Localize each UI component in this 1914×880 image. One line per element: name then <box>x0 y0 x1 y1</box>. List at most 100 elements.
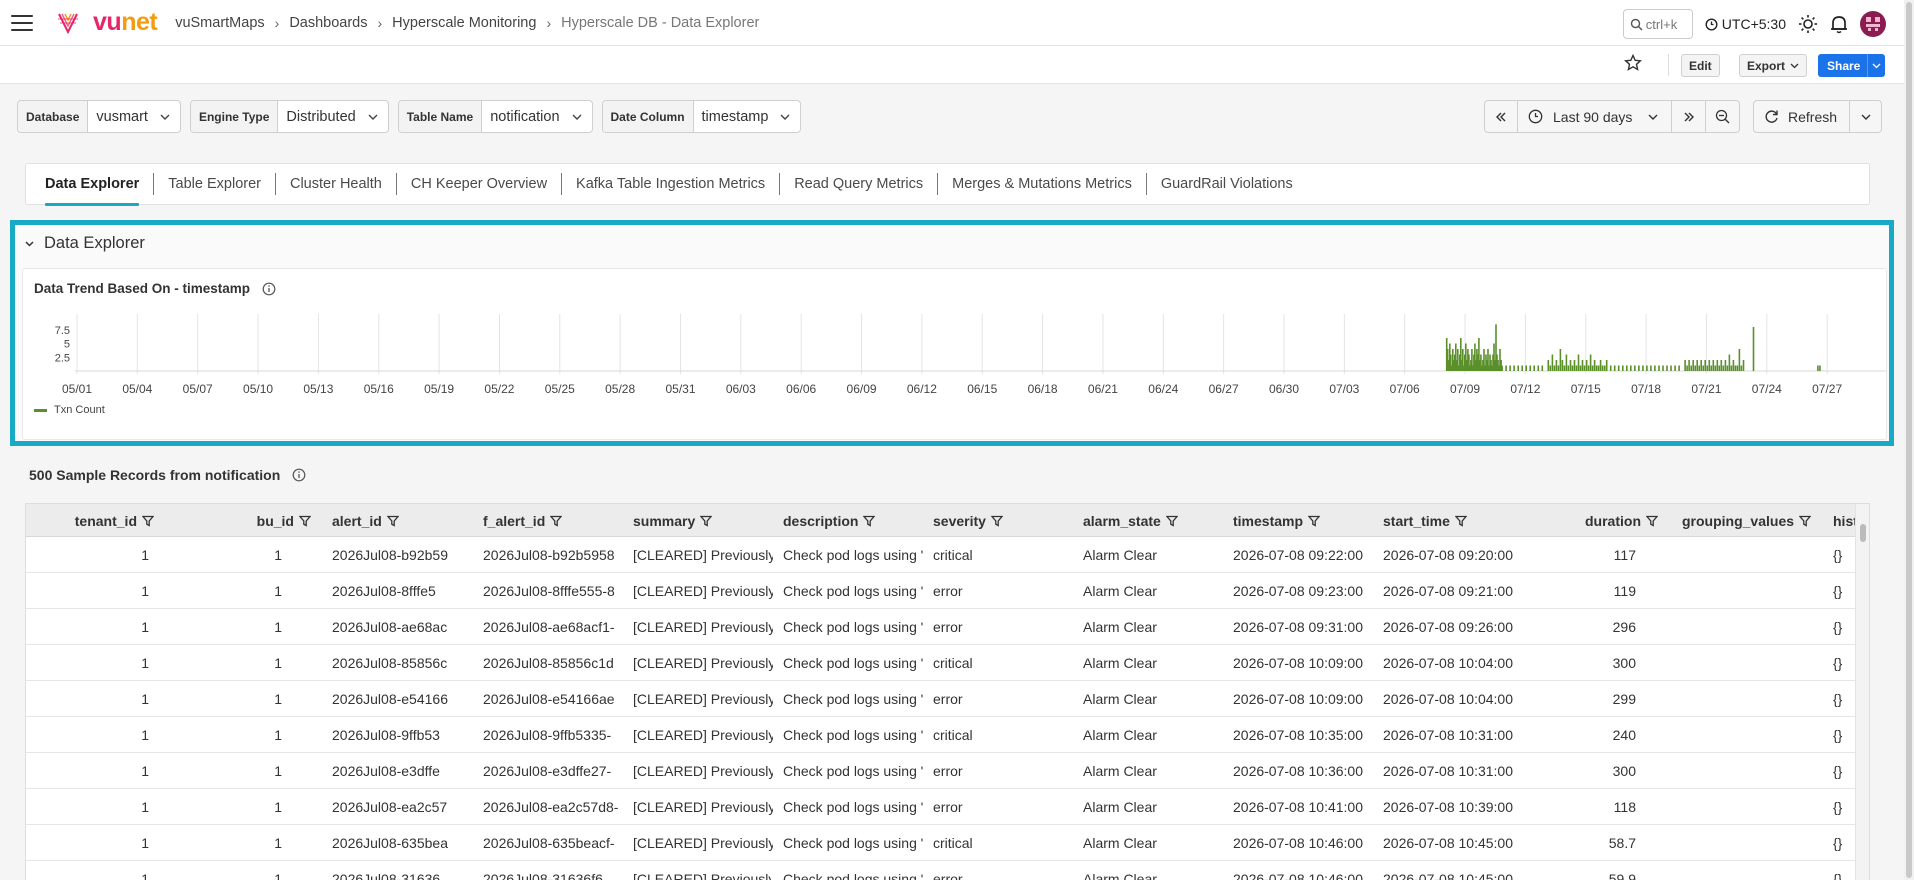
table-row[interactable]: 1 1 2026Jul08-9ffb53 2026Jul08-9ffb5335- [CL… <box>26 717 1856 753</box>
export-button[interactable]: Export <box>1739 54 1808 77</box>
table-row[interactable]: 1 1 2026Jul08-e54166 2026Jul08-e54166ae [CLE… <box>26 681 1856 717</box>
time-back-button[interactable] <box>1484 100 1518 133</box>
database-filter: Database vusmart <box>17 100 181 133</box>
refresh-interval-dropdown[interactable] <box>1850 101 1881 132</box>
scrollbar-thumb[interactable] <box>1906 2 1912 878</box>
filter-icon[interactable] <box>1165 515 1178 527</box>
search-input[interactable]: ctrl+k <box>1622 9 1693 39</box>
refresh-button[interactable]: Refresh <box>1754 101 1851 132</box>
column-header-grouping-values[interactable]: grouping_values <box>1682 504 1822 537</box>
time-forward-button[interactable] <box>1672 100 1706 133</box>
column-header-tenant-id[interactable]: tenant_id <box>26 504 154 537</box>
filter-icon[interactable] <box>700 515 713 527</box>
table-cell-hist: {} <box>1833 763 1843 779</box>
edit-button[interactable]: Edit <box>1681 54 1720 77</box>
data-bar <box>1700 360 1702 371</box>
column-header-alert-id[interactable]: alert_id <box>332 504 472 537</box>
data-bar <box>1505 365 1507 371</box>
trend-chart[interactable]: 7.5 52.5 05/01 05/04 05/07 05/10 05/13 05/16 05/… <box>23 314 1886 434</box>
tab-cluster-health[interactable]: Cluster Health <box>276 173 397 195</box>
column-header-summary[interactable]: summary <box>633 504 776 537</box>
filter-icon[interactable] <box>863 515 876 527</box>
bell-icon[interactable] <box>1830 14 1848 34</box>
panel-header[interactable]: Data Explorer <box>25 234 145 253</box>
tab-kafka-table-ingestion-metrics[interactable]: Kafka Table Ingestion Metrics <box>562 173 781 195</box>
column-header-hist[interactable]: hist <box>1833 504 1856 537</box>
column-header-alarm-state[interactable]: alarm_state <box>1083 504 1226 537</box>
table-cell-summary: [CLEARED] Previously <box>633 763 773 779</box>
filter-icon[interactable] <box>1799 515 1812 527</box>
table-row[interactable]: 1 1 2026Jul08-ae68ac 2026Jul08-ae68acf1- [CL… <box>26 609 1856 645</box>
column-header-timestamp[interactable]: timestamp <box>1233 504 1376 537</box>
table-cell-duration: 299 <box>1612 691 1636 707</box>
data-bar <box>1593 360 1596 371</box>
data-bar <box>1684 360 1686 371</box>
table-name-filter: Table Name notification <box>397 100 593 133</box>
menu-icon[interactable] <box>11 14 33 31</box>
filter-icon[interactable] <box>1454 515 1467 527</box>
filter-icon[interactable] <box>386 515 399 527</box>
column-header-severity[interactable]: severity <box>933 504 1076 537</box>
share-button[interactable]: Share <box>1818 54 1886 77</box>
table-row[interactable]: 1 1 2026Jul08-e3dffe 2026Jul08-e3dffe27- [CL… <box>26 753 1856 789</box>
vunet-logo-icon <box>58 13 78 34</box>
table-row[interactable]: 1 1 2026Jul08-31636 2026Jul08-31636f6 [CLEAR… <box>26 861 1856 880</box>
table-cell-severity: error <box>933 583 963 599</box>
tab-table-explorer[interactable]: Table Explorer <box>154 173 276 195</box>
timezone-selector[interactable]: UTC+5:30 <box>1705 16 1786 32</box>
table-scrollbar[interactable] <box>1855 504 1869 880</box>
table-row[interactable]: 1 1 2026Jul08-635bea 2026Jul08-635beacf- [CL… <box>26 825 1856 861</box>
x-tick-label: 05/31 <box>665 382 695 396</box>
time-range-select[interactable]: Last 90 days <box>1518 100 1672 133</box>
scrollbar-thumb[interactable] <box>1860 524 1866 542</box>
filter-icon[interactable] <box>1308 515 1321 527</box>
favorite-star-icon[interactable] <box>1623 53 1643 75</box>
column-header-duration[interactable]: duration <box>1486 504 1658 537</box>
table-cell-grouping-values <box>1682 537 1819 573</box>
filter-icon[interactable] <box>990 515 1003 527</box>
filter-icon[interactable] <box>1646 515 1658 527</box>
data-bar <box>1579 365 1582 371</box>
column-header-description[interactable]: description <box>783 504 926 537</box>
info-icon[interactable] <box>262 282 276 296</box>
column-header-f-alert-id[interactable]: f_alert_id <box>483 504 626 537</box>
filter-icon[interactable] <box>142 515 154 527</box>
breadcrumb-item[interactable]: Hyperscale Monitoring <box>392 15 536 31</box>
divider <box>1668 54 1669 76</box>
zoom-out-button[interactable] <box>1706 100 1740 133</box>
breadcrumb-separator-icon: › <box>274 14 280 31</box>
data-bar <box>1567 365 1570 371</box>
table-name-select[interactable]: notification <box>482 109 591 125</box>
logo[interactable]: vunet <box>57 8 158 37</box>
table-cell-bu-id: 1 <box>274 691 282 707</box>
data-bar <box>1630 365 1632 371</box>
data-bar <box>1569 360 1572 371</box>
column-header-bu-id[interactable]: bu_id <box>161 504 311 537</box>
database-select[interactable]: vusmart <box>88 109 180 125</box>
share-dropdown-chevron-icon[interactable] <box>1868 63 1885 69</box>
data-bar <box>1726 365 1729 371</box>
filter-icon[interactable] <box>550 515 563 527</box>
theme-toggle-sun-icon[interactable] <box>1798 14 1818 34</box>
info-icon[interactable] <box>292 468 306 482</box>
filter-icon[interactable] <box>299 515 311 527</box>
avatar[interactable] <box>1860 11 1886 37</box>
table-row[interactable]: 1 1 2026Jul08-b92b59 2026Jul08-b92b5958 [CLE… <box>26 537 1856 573</box>
breadcrumb-item[interactable]: Dashboards <box>289 15 367 31</box>
data-bar <box>1557 365 1560 371</box>
tab-data-explorer[interactable]: Data Explorer <box>45 173 155 206</box>
data-bar <box>1662 365 1664 371</box>
table-row[interactable]: 1 1 2026Jul08-8fffe5 2026Jul08-8fffe555-8 [C… <box>26 573 1856 609</box>
tab-guardrail-violations[interactable]: GuardRail Violations <box>1147 173 1307 195</box>
date-column-select[interactable]: timestamp <box>694 109 801 125</box>
chart-legend[interactable]: Txn Count <box>34 404 105 416</box>
table-row[interactable]: 1 1 2026Jul08-85856c 2026Jul08-85856c1d [CLE… <box>26 645 1856 681</box>
table-cell-f-alert-id: 2026Jul08-e54166ae <box>483 691 615 707</box>
tab-read-query-metrics[interactable]: Read Query Metrics <box>780 173 939 195</box>
tab-ch-keeper-overview[interactable]: CH Keeper Overview <box>397 173 563 195</box>
tab-merges-mutations-metrics[interactable]: Merges & Mutations Metrics <box>938 173 1147 195</box>
breadcrumb-item[interactable]: vuSmartMaps <box>175 15 264 31</box>
engine-type-select[interactable]: Distributed <box>278 109 387 125</box>
table-row[interactable]: 1 1 2026Jul08-ea2c57 2026Jul08-ea2c57d8- [CL… <box>26 789 1856 825</box>
page-scrollbar[interactable] <box>1904 0 1914 880</box>
